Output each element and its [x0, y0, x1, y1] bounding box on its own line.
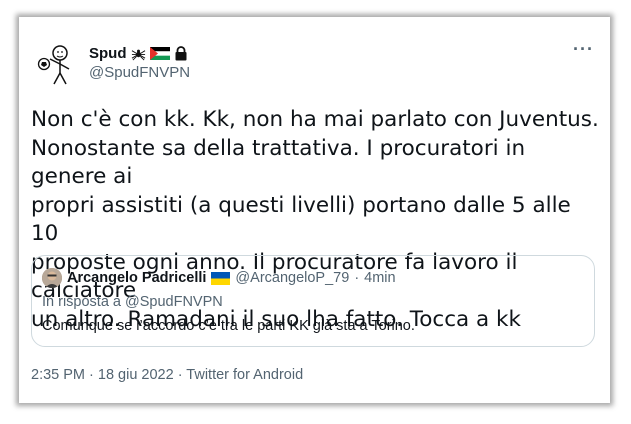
author-name[interactable]: Spud — [89, 45, 127, 62]
more-icon[interactable]: ··· — [573, 39, 594, 60]
palestine-flag-icon — [149, 46, 170, 60]
ukraine-flag-icon — [211, 271, 231, 285]
quoted-separator: · — [354, 270, 360, 286]
tweet-timestamp[interactable]: 2:35 PM · 18 giu 2022 · Twitter for Andr… — [31, 367, 303, 383]
quoted-text: Comunque se l’accordo c’è tra le parti K… — [42, 318, 415, 334]
quoted-avatar-icon — [42, 268, 62, 288]
tweet-card: Spud @SpudFNVPN ··· Non c'è con kk. Kk, … — [19, 17, 610, 403]
avatar[interactable] — [32, 42, 78, 88]
quoted-reply-to: In risposta a @SpudFNVPN — [42, 294, 223, 310]
author-name-row: Spud — [89, 43, 188, 63]
quoted-avatar — [42, 268, 62, 288]
author-handle[interactable]: @SpudFNVPN — [89, 64, 190, 81]
quoted-tweet[interactable]: Arcangelo Padricelli @ArcangeloP_79 · 4m… — [31, 255, 595, 347]
stick-figure-avatar-icon — [37, 45, 70, 85]
lock-icon — [175, 45, 186, 60]
quoted-author-handle[interactable]: @ArcangeloP_79 — [235, 270, 349, 286]
quoted-time[interactable]: 4min — [364, 270, 395, 286]
spider-icon — [131, 49, 145, 60]
quoted-header: Arcangelo Padricelli @ArcangeloP_79 · 4m… — [42, 268, 396, 288]
quoted-author-name[interactable]: Arcangelo Padricelli — [67, 270, 206, 286]
